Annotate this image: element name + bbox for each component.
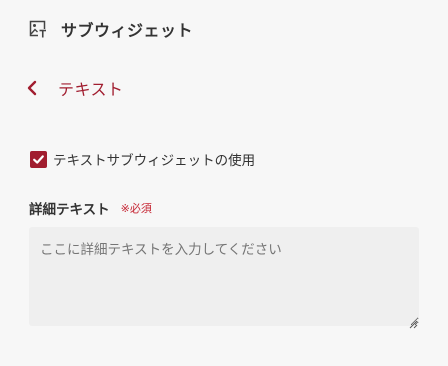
use-text-subwidget-checkbox[interactable] — [30, 150, 47, 168]
chevron-left-icon — [26, 79, 40, 97]
use-text-subwidget-label[interactable]: テキストサブウィジェットの使用 — [53, 149, 255, 169]
detail-text-label-row: 詳細テキスト ※必須 — [29, 197, 152, 219]
back-to-text-link[interactable]: テキスト — [26, 74, 124, 102]
required-badge: ※必須 — [120, 202, 152, 215]
panel-title: サブウィジェット — [61, 21, 194, 40]
detail-text-label: 詳細テキスト — [29, 202, 110, 218]
detail-text-input[interactable] — [29, 227, 419, 326]
image-text-icon — [29, 20, 47, 38]
resize-handle-icon[interactable] — [407, 314, 418, 329]
use-text-subwidget-option: テキストサブウィジェットの使用 — [30, 149, 255, 169]
subwidget-panel: サブウィジェット テキスト テキストサブウィジェットの使用 詳細テキスト ※必須 — [0, 0, 448, 366]
checkmark-icon — [33, 154, 44, 164]
back-link-label: テキスト — [58, 80, 124, 99]
panel-header: サブウィジェット — [29, 16, 193, 42]
